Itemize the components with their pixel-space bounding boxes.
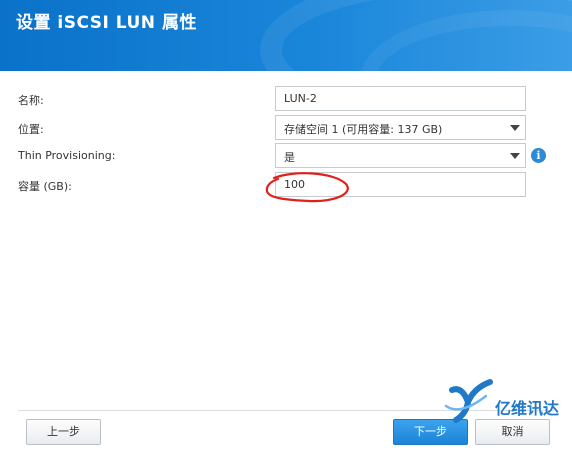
name-label: 名称:: [18, 94, 44, 107]
red-circle-annotation: [265, 172, 349, 203]
watermark-text: 亿维讯达: [495, 399, 560, 418]
location-row: 位置: 存储空间 1 (可用容量: 137 GB): [0, 115, 572, 141]
chevron-down-icon[interactable]: [510, 125, 520, 131]
thin-provisioning-row: Thin Provisioning: 是 i: [0, 143, 572, 169]
chevron-down-icon[interactable]: [510, 153, 520, 159]
thin-provisioning-label: Thin Provisioning:: [18, 149, 116, 162]
info-icon[interactable]: i: [531, 148, 546, 163]
dialog-title: 设置 iSCSI LUN 属性: [16, 13, 197, 33]
location-select[interactable]: 存储空间 1 (可用容量: 137 GB): [275, 115, 526, 140]
location-label: 位置:: [18, 123, 44, 136]
thin-provisioning-value: 是: [284, 151, 295, 164]
name-input[interactable]: LUN-2: [275, 86, 526, 111]
thin-provisioning-select[interactable]: 是: [275, 143, 526, 168]
name-row: 名称: LUN-2: [0, 86, 572, 112]
dialog-header: 设置 iSCSI LUN 属性: [0, 0, 572, 71]
capacity-label: 容量 (GB):: [18, 180, 72, 193]
back-button[interactable]: 上一步: [26, 419, 101, 445]
location-select-value: 存储空间 1 (可用容量: 137 GB): [284, 123, 443, 136]
